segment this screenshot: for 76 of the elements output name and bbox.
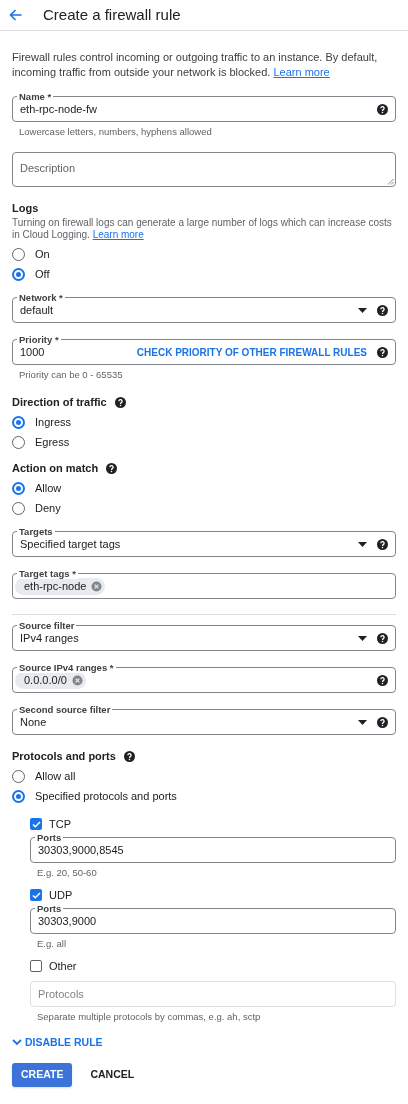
radio-button[interactable] — [12, 481, 25, 495]
checkbox-label: UDP — [49, 887, 73, 903]
dropdown-caret-icon — [358, 541, 367, 547]
disable-rule-toggle[interactable]: DISABLE RULE — [12, 1035, 396, 1051]
intro-text: Firewall rules control incoming or outgoing traffic to an instance. By default, incoming traffic from outside your network is blocked. Learn more — [12, 50, 379, 80]
field-label: Priority * — [17, 334, 61, 345]
learn-more-link[interactable]: Learn more — [92, 229, 144, 240]
field-label: Ports — [35, 832, 64, 843]
radio-label: Deny — [35, 500, 61, 516]
field-value: Specified target tags — [20, 537, 122, 552]
field-label: Target tags * — [17, 568, 78, 579]
section-description: Turning on firewall logs can generate a large number of logs which can increase costs in Cloud Logging. Learn more — [12, 217, 393, 241]
radio-button[interactable] — [12, 789, 25, 803]
remove-chip-icon[interactable] — [71, 674, 83, 686]
section-heading: Logs — [12, 200, 39, 216]
resize-handle-icon[interactable] — [387, 178, 394, 185]
help-icon[interactable] — [377, 632, 388, 644]
radio-label: On — [35, 246, 50, 262]
section-heading: Action on match — [12, 460, 99, 476]
description-field[interactable]: Description — [12, 152, 396, 187]
create-button[interactable]: CREATE — [12, 1062, 73, 1087]
checkbox-label: TCP — [49, 816, 71, 832]
help-icon[interactable] — [377, 538, 388, 550]
radio-label: Egress — [35, 434, 70, 450]
remove-chip-icon[interactable] — [91, 580, 103, 592]
checkbox-label: Other — [49, 958, 77, 974]
section-heading: Direction of traffic — [12, 394, 107, 410]
help-icon[interactable] — [123, 750, 135, 762]
field-value: default — [20, 302, 55, 318]
field-label: Name * — [17, 91, 54, 102]
cancel-button[interactable]: CANCEL — [80, 1062, 145, 1087]
page-title: Create a firewall rule — [43, 4, 181, 25]
field-label: Targets — [17, 526, 55, 537]
field-value: 30303,9000,8545 — [38, 842, 125, 858]
help-icon[interactable] — [377, 716, 388, 728]
radio-button[interactable] — [12, 267, 25, 281]
help-icon[interactable] — [377, 674, 388, 686]
field-hint: Separate multiple protocols by commas, e.g. ah, sctp — [37, 1010, 262, 1023]
radio-button[interactable] — [12, 415, 25, 429]
radio-label: Ingress — [35, 414, 72, 430]
help-icon[interactable] — [106, 462, 118, 474]
field-label: Second source filter — [17, 704, 113, 715]
dropdown-caret-icon — [358, 635, 367, 641]
field-label: Source IPv4 ranges * — [17, 662, 116, 673]
field-value: 1000 — [20, 345, 46, 360]
chevron-down-icon — [12, 1039, 22, 1047]
field-placeholder: Protocols — [38, 986, 84, 1002]
field-hint: E.g. 20, 50-60 — [37, 866, 98, 879]
back-arrow-icon[interactable] — [9, 9, 22, 21]
help-icon[interactable] — [377, 103, 388, 115]
radio-label: Specified protocols and ports — [35, 788, 177, 804]
field-value: IPv4 ranges — [20, 630, 80, 646]
field-label: Network * — [17, 292, 65, 303]
radio-label: Allow — [35, 480, 62, 496]
check-priority-link[interactable]: CHECK PRIORITY OF OTHER FIREWALL RULES — [136, 344, 367, 360]
field-label: Ports — [35, 903, 64, 914]
dropdown-caret-icon — [358, 307, 367, 313]
radio-label: Off — [35, 266, 50, 282]
field-hint: Priority can be 0 - 65535 — [19, 368, 124, 381]
radio-label: Allow all — [35, 768, 76, 784]
field-hint: E.g. all — [37, 937, 68, 950]
section-heading: Protocols and ports — [12, 748, 116, 764]
field-value: None — [20, 714, 48, 730]
learn-more-link[interactable]: Learn more — [273, 66, 330, 78]
help-icon[interactable] — [377, 304, 388, 316]
field-hint: Lowercase letters, numbers, hyphens allowed — [19, 125, 213, 138]
field-value: eth-rpc-node-fw — [20, 101, 99, 117]
checkbox[interactable] — [30, 960, 42, 972]
field-value: 30303,9000 — [38, 913, 98, 929]
dropdown-caret-icon — [358, 719, 367, 725]
text-field[interactable]: Protocols — [30, 981, 396, 1007]
checkbox[interactable] — [30, 889, 42, 901]
help-icon[interactable] — [114, 396, 126, 408]
checkbox[interactable] — [30, 818, 42, 830]
help-icon[interactable] — [377, 346, 388, 358]
field-label: Source filter — [17, 620, 77, 631]
